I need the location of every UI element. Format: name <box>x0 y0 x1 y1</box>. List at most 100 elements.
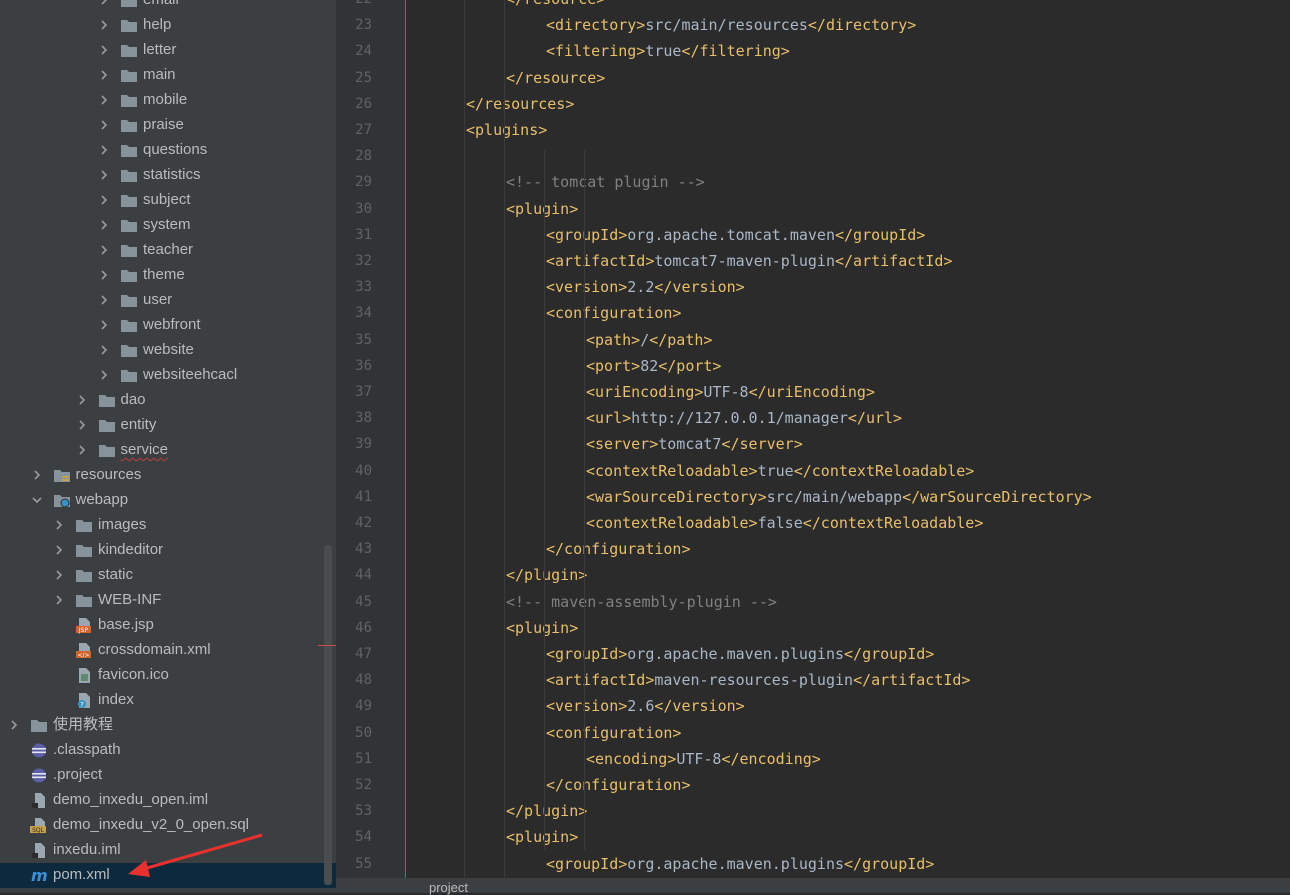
chevron-right-icon[interactable] <box>98 144 110 156</box>
chevron-right-icon[interactable] <box>98 119 110 131</box>
code-line[interactable]: <version>2.6</version> <box>546 693 745 719</box>
chevron-right-icon[interactable] <box>98 94 110 106</box>
code-line[interactable]: <contextReloadable>false</contextReloada… <box>586 510 983 536</box>
tree-item[interactable]: help <box>0 13 336 38</box>
tree-item[interactable]: webfront <box>0 313 336 338</box>
code-line[interactable]: </plugin> <box>506 798 587 824</box>
code-line[interactable]: <plugin> <box>506 824 578 850</box>
tree-item[interactable]: praise <box>0 113 336 138</box>
code-line[interactable]: <directory>src/main/resources</directory… <box>546 12 916 38</box>
tree-item[interactable]: SQL demo_inxedu_v2_0_open.sql <box>0 813 336 838</box>
tree-item[interactable]: letter <box>0 38 336 63</box>
code-line[interactable]: <artifactId>tomcat7-maven-plugin</artifa… <box>546 248 952 274</box>
chevron-right-icon[interactable] <box>31 469 43 481</box>
chevron-right-icon[interactable] <box>98 269 110 281</box>
chevron-right-icon[interactable] <box>98 319 110 331</box>
tree-item[interactable]: mobile <box>0 88 336 113</box>
folder-icon <box>75 567 93 584</box>
code-line[interactable]: </resource> <box>506 0 605 12</box>
code-line[interactable]: <uriEncoding>UTF-8</uriEncoding> <box>586 379 875 405</box>
tree-item[interactable]: system <box>0 213 336 238</box>
tree-item[interactable]: .classpath <box>0 738 336 763</box>
chevron-right-icon[interactable] <box>98 219 110 231</box>
tree-item[interactable]: entity <box>0 413 336 438</box>
tree-item[interactable]: m pom.xml <box>0 863 336 888</box>
tree-item[interactable]: teacher <box>0 238 336 263</box>
chevron-right-icon[interactable] <box>98 19 110 31</box>
code-line[interactable]: <artifactId>maven-resources-plugin</arti… <box>546 667 970 693</box>
tree-item[interactable]: questions <box>0 138 336 163</box>
code-line[interactable]: <plugins> <box>466 117 547 143</box>
code-line[interactable]: <path>/</path> <box>586 327 712 353</box>
code-line[interactable]: <contextReloadable>true</contextReloadab… <box>586 458 974 484</box>
tree-item[interactable]: images <box>0 513 336 538</box>
code-line[interactable]: </resources> <box>466 91 574 117</box>
chevron-right-icon[interactable] <box>98 0 110 6</box>
code-line[interactable]: </plugin> <box>506 562 587 588</box>
code-line[interactable]: <plugin> <box>506 615 578 641</box>
code-line[interactable]: <groupId>org.apache.maven.plugins</group… <box>546 641 934 667</box>
code-line[interactable]: <!-- maven-assembly-plugin --> <box>506 589 777 615</box>
tree-item[interactable]: </> crossdomain.xml <box>0 638 336 663</box>
tree-item[interactable]: kindeditor <box>0 538 336 563</box>
chevron-right-icon[interactable] <box>98 44 110 56</box>
code-line[interactable]: </configuration> <box>546 536 691 562</box>
tree-item[interactable]: favicon.ico <box>0 663 336 688</box>
tree-item[interactable]: main <box>0 63 336 88</box>
code-line[interactable]: <groupId>org.apache.tomcat.maven</groupI… <box>546 222 925 248</box>
code-line[interactable]: <filtering>true</filtering> <box>546 38 790 64</box>
code-line[interactable]: <warSourceDirectory>src/main/webapp</war… <box>586 484 1092 510</box>
tree-item[interactable]: .project <box>0 763 336 788</box>
code-editor[interactable]: </resource> <directory>src/main/resources… <box>406 0 1290 878</box>
tree-item[interactable]: inxedu.iml <box>0 838 336 863</box>
tree-item[interactable]: WEB-INF <box>0 588 336 613</box>
tree-item[interactable]: service <box>0 438 336 463</box>
tree-item[interactable]: dao <box>0 388 336 413</box>
chevron-right-icon[interactable] <box>98 194 110 206</box>
chevron-right-icon[interactable] <box>98 344 110 356</box>
chevron-right-icon[interactable] <box>76 419 88 431</box>
chevron-down-icon[interactable] <box>31 494 43 506</box>
chevron-right-icon[interactable] <box>76 394 88 406</box>
tree-item[interactable]: user <box>0 288 336 313</box>
code-line[interactable]: <server>tomcat7</server> <box>586 431 803 457</box>
chevron-right-icon[interactable] <box>53 594 65 606</box>
code-line[interactable]: <plugin> <box>506 196 578 222</box>
code-line[interactable]: <url>http://127.0.0.1/manager</url> <box>586 405 902 431</box>
code-line[interactable]: <groupId>org.apache.maven.plugins</group… <box>546 851 934 877</box>
chevron-right-icon[interactable] <box>98 69 110 81</box>
chevron-right-icon[interactable] <box>98 294 110 306</box>
code-line[interactable]: <configuration> <box>546 720 681 746</box>
tree-item[interactable]: websiteehcacl <box>0 363 336 388</box>
chevron-right-icon[interactable] <box>76 444 88 456</box>
tree-scrollbar[interactable] <box>324 545 332 885</box>
tree-item[interactable]: website <box>0 338 336 363</box>
iml-file-icon <box>30 792 48 809</box>
tree-item[interactable]: demo_inxedu_open.iml <box>0 788 336 813</box>
tree-item[interactable]: statistics <box>0 163 336 188</box>
tree-item[interactable]: resources <box>0 463 336 488</box>
tree-item[interactable]: 使用教程 <box>0 713 336 738</box>
chevron-right-icon[interactable] <box>8 719 20 731</box>
xml-tag-token: <encoding> <box>586 749 677 768</box>
chevron-right-icon[interactable] <box>53 569 65 581</box>
chevron-right-icon[interactable] <box>53 519 65 531</box>
code-line[interactable]: <port>82</port> <box>586 353 721 379</box>
tree-item[interactable]: email <box>0 0 336 13</box>
tree-item[interactable]: theme <box>0 263 336 288</box>
chevron-right-icon[interactable] <box>98 169 110 181</box>
tree-item[interactable]: webapp <box>0 488 336 513</box>
code-line[interactable]: </resource> <box>506 65 605 91</box>
tree-item[interactable]: JSP base.jsp <box>0 613 336 638</box>
code-line[interactable]: </configuration> <box>546 772 691 798</box>
code-line[interactable]: <configuration> <box>546 300 681 326</box>
code-line[interactable]: <version>2.2</version> <box>546 274 745 300</box>
tree-item[interactable]: subject <box>0 188 336 213</box>
code-line[interactable]: <encoding>UTF-8</encoding> <box>586 746 821 772</box>
tree-item[interactable]: ? index <box>0 688 336 713</box>
chevron-right-icon[interactable] <box>98 369 110 381</box>
tree-item[interactable]: static <box>0 563 336 588</box>
chevron-right-icon[interactable] <box>53 544 65 556</box>
code-line[interactable]: <!-- tomcat plugin --> <box>506 169 705 195</box>
chevron-right-icon[interactable] <box>98 244 110 256</box>
